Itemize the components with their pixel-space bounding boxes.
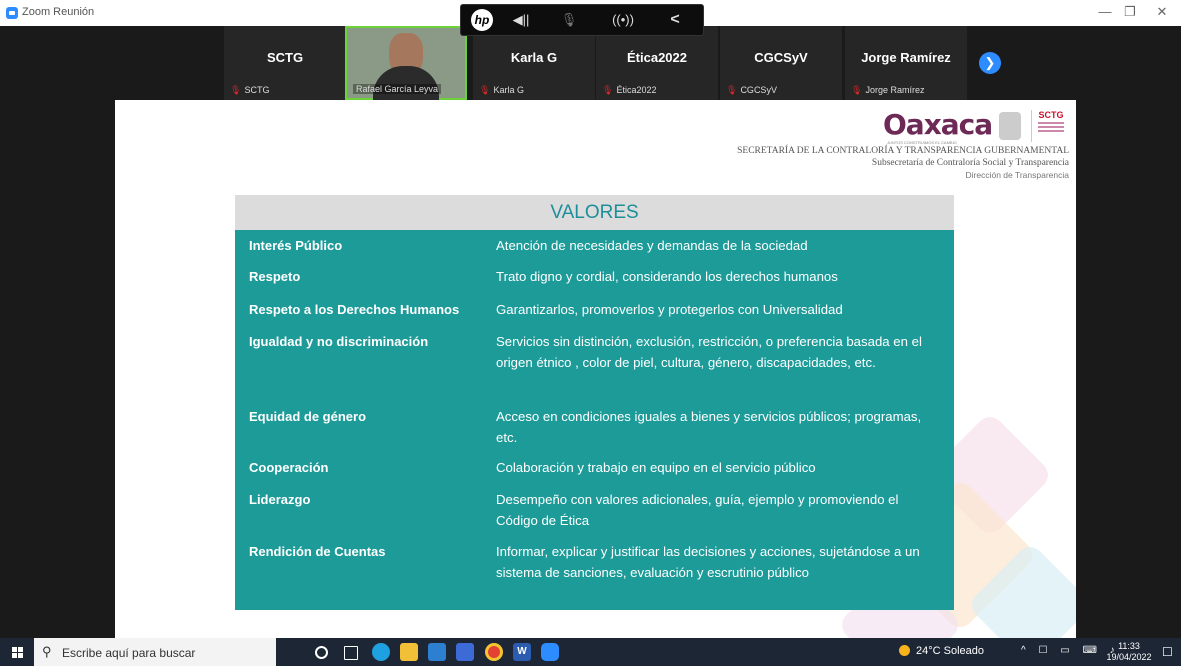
value-definition: Acceso en condiciones iguales a bienes y…	[496, 409, 922, 445]
zoom-logo-icon	[6, 7, 18, 19]
participant-name: SCTG	[266, 50, 304, 65]
search-input[interactable]	[60, 643, 264, 663]
slide-header-subsecretaria: Subsecretaría de Contraloría Social y Tr…	[871, 158, 1069, 168]
notifications-icon[interactable]: ☐	[1162, 645, 1173, 659]
maximize-button[interactable]: ❐	[1115, 4, 1145, 20]
next-participants-icon[interactable]: ❯	[979, 52, 1001, 74]
floating-audio-toolbar: hp ◀|| 🎙 ((•)) <	[460, 4, 704, 36]
window-title: Zoom Reunión	[22, 6, 95, 18]
taskbar-clock[interactable]: 11:33 19/04/2022	[1104, 641, 1154, 663]
value-definition: Atención de necesidades y demandas de la…	[496, 238, 808, 253]
close-button[interactable]: ✕	[1147, 4, 1177, 20]
collapse-toolbar-icon[interactable]: <	[661, 10, 689, 30]
value-definition: Desempeño con valores adicionales, guía,…	[496, 492, 899, 528]
participant-name: Ética2022	[627, 50, 687, 65]
hp-logo-icon: hp	[471, 9, 493, 31]
windows-start-icon[interactable]	[12, 647, 23, 658]
participant-label: 🎙 Ética2022	[602, 85, 657, 95]
value-term: Interés Público	[249, 238, 343, 253]
microphone-icon[interactable]: 🎙	[551, 10, 587, 30]
participants-strip: SCTG 🎙 SCTG Rafael García Leyva Karla G 🎙…	[0, 26, 1181, 102]
value-term: Equidad de género	[249, 409, 367, 424]
value-term: Respeto a los Derechos Humanos	[249, 302, 460, 317]
participant-label: 🎙 Karla G	[479, 85, 524, 95]
muted-mic-icon: 🎙	[726, 85, 738, 95]
taskbar-search-box[interactable]: ⚲	[34, 638, 276, 666]
shared-slide: Oaxaca JUNTOS CONSTRUIMOS EL CAMBIO SCTG…	[115, 100, 1076, 638]
value-definition: Garantizarlos, promoverlos y protegerlos…	[496, 302, 843, 317]
value-term: Liderazgo	[249, 492, 311, 507]
participant-name: Karla G	[510, 50, 558, 65]
value-term: Cooperación	[249, 460, 329, 475]
broadcast-icon[interactable]: ((•))	[601, 10, 645, 30]
values-table-title: VALORES	[550, 202, 639, 223]
participant-label: 🎙 CGCSyV	[726, 85, 777, 95]
store-icon[interactable]	[456, 643, 474, 661]
speaker-icon[interactable]: ◀||	[503, 10, 539, 30]
search-icon: ⚲	[42, 644, 52, 659]
participant-name: Jorge Ramírez	[861, 50, 951, 65]
weather-widget[interactable]: 24°C Soleado	[899, 645, 984, 657]
participant-tile[interactable]: SCTG 🎙 SCTG	[224, 26, 346, 100]
participant-label: 🎙 Jorge Ramírez	[851, 85, 925, 95]
word-icon[interactable]: W	[513, 643, 531, 661]
value-term: Rendición de Cuentas	[249, 544, 386, 559]
participant-tile[interactable]: Jorge Ramírez 🎙 Jorge Ramírez	[845, 26, 967, 100]
participant-label: 🎙 SCTG	[230, 85, 270, 95]
participant-tile[interactable]: Ética2022 🎙 Ética2022	[596, 26, 718, 100]
value-definition: Colaboración y trabajo en equipo en el s…	[496, 460, 816, 475]
zoom-taskbar-icon[interactable]	[541, 643, 559, 661]
sun-icon	[899, 645, 910, 656]
value-term: Respeto	[249, 269, 301, 284]
slide-header-direccion: Dirección de Transparencia	[965, 170, 1069, 180]
cortana-icon[interactable]	[315, 646, 328, 659]
value-definition: Servicios sin distinción, exclusión, res…	[496, 334, 922, 370]
file-explorer-icon[interactable]	[400, 643, 418, 661]
value-term: Igualdad y no discriminación	[249, 334, 429, 349]
chrome-icon[interactable]	[485, 643, 503, 661]
values-table: VALORES Interés Público Atención de nece…	[235, 195, 954, 610]
participant-tile[interactable]: CGCSyV 🎙 CGCSyV	[720, 26, 842, 100]
mail-icon[interactable]	[428, 643, 446, 661]
value-definition: Trato digno y cordial, considerando los …	[496, 269, 838, 284]
slide-header-secretaria: SECRETARÍA DE LA CONTRALORÍA Y TRANSPARE…	[737, 146, 1069, 156]
oaxaca-logo: Oaxaca JUNTOS CONSTRUIMOS EL CAMBIO SCTG	[883, 106, 1073, 146]
participant-video-tile[interactable]: Rafael García Leyva	[345, 26, 467, 102]
muted-mic-icon: 🎙	[851, 85, 863, 95]
muted-mic-icon: 🎙	[479, 85, 491, 95]
participant-label: Rafael García Leyva	[353, 84, 442, 94]
values-table-header: VALORES	[235, 195, 954, 230]
sctg-logo: SCTG	[1031, 110, 1070, 142]
participant-name: CGCSyV	[754, 50, 808, 65]
muted-mic-icon: 🎙	[602, 85, 614, 95]
state-seal-icon	[999, 112, 1021, 140]
task-view-icon[interactable]	[344, 646, 358, 660]
muted-mic-icon: 🎙	[230, 85, 242, 95]
participant-tile[interactable]: Karla G 🎙 Karla G	[473, 26, 595, 100]
edge-browser-icon[interactable]	[372, 643, 390, 661]
windows-taskbar: ⚲ W 24°C Soleado ^ ☐ ▭ ⌨ ♪ 11:3319/04/20…	[0, 638, 1181, 666]
value-definition: Informar, explicar y justificar las deci…	[496, 544, 920, 580]
